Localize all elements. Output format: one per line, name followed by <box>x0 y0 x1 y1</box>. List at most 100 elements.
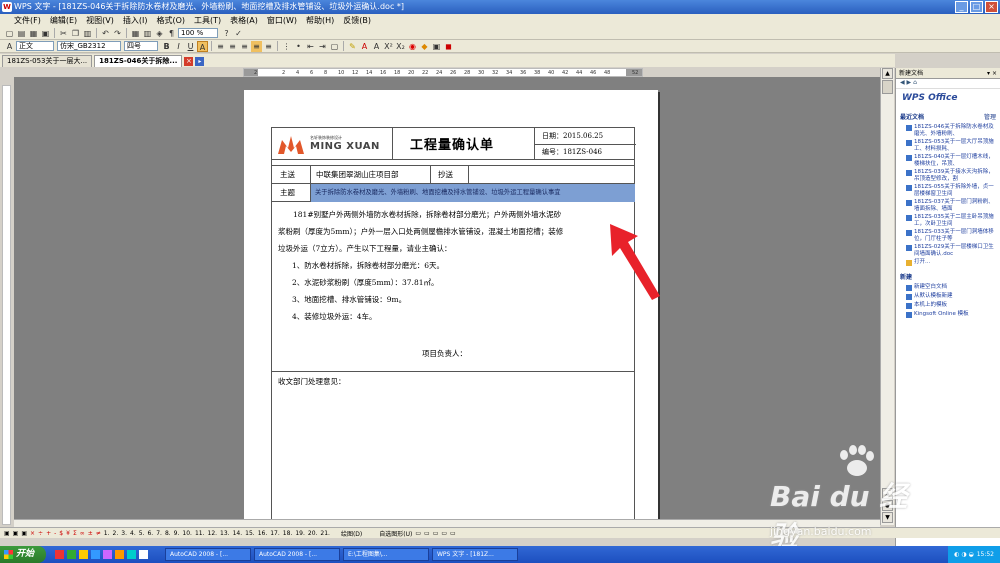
page-number-button[interactable]: 1. <box>104 530 110 537</box>
tab-doc-053[interactable]: 181ZS-053关于一层大... <box>2 55 93 67</box>
copy-icon[interactable]: ❐ <box>70 28 81 39</box>
align-center-icon[interactable]: ≡ <box>227 41 238 52</box>
draw-menu[interactable]: 绘图(D) <box>341 529 362 538</box>
redo-icon[interactable]: ↷ <box>112 28 123 39</box>
distribute-icon[interactable]: ≡ <box>263 41 274 52</box>
horizontal-ruler[interactable]: 2 2 4 6 8 10 12 14 16 18 20 22 24 26 28 30 32 34 36 38 40 42 4… <box>243 68 643 77</box>
menu-item[interactable]: 文件(F) <box>14 15 41 26</box>
page-number-button[interactable]: 5. <box>139 530 145 537</box>
page-number-button[interactable]: 8. <box>165 530 171 537</box>
rect-icon[interactable]: ▭ <box>433 530 439 537</box>
quicklaunch-4-icon[interactable] <box>91 550 100 559</box>
page-number-button[interactable]: 21. <box>320 530 330 537</box>
minimize-button[interactable]: _ <box>955 1 968 13</box>
recent-doc-item[interactable]: 181ZS-037关于一层门洞粉刷、墙面拆除、墙面 <box>896 198 1000 213</box>
recent-doc-item[interactable]: 181ZS-035关于二层主卧吊顶施工，次卧卫生间 <box>896 213 1000 228</box>
page-number-button[interactable]: 14. <box>233 530 243 537</box>
page-number-button[interactable]: 15. <box>245 530 255 537</box>
page-number-button[interactable]: 10. <box>182 530 192 537</box>
symbol-6-icon[interactable]: Σ <box>73 530 77 537</box>
menu-item[interactable]: 编辑(E) <box>50 15 77 26</box>
paste-icon[interactable]: ▥ <box>82 28 93 39</box>
outline-icon[interactable]: ▣ <box>13 530 19 537</box>
tray-icons[interactable]: ◐ ◑ ◒ <box>954 546 974 563</box>
italic-icon[interactable]: I <box>173 41 184 52</box>
new-doc-item[interactable]: Kingsoft Online 模板 <box>896 310 1000 319</box>
menu-item[interactable]: 视图(V) <box>86 15 114 26</box>
page-number-button[interactable]: 17. <box>270 530 280 537</box>
image-icon[interactable]: ▣ <box>431 41 442 52</box>
page-number-button[interactable]: 11. <box>195 530 205 537</box>
symbol-0-icon[interactable]: × <box>30 530 35 537</box>
tab-doc-046[interactable]: 181ZS-046关于拆除... <box>94 55 183 67</box>
quicklaunch-3-icon[interactable] <box>79 550 88 559</box>
tab-list-icon[interactable]: ▸ <box>195 57 205 66</box>
autoshape-menu[interactable]: 自选图形(U) <box>379 529 412 538</box>
help-icon[interactable]: ? <box>221 28 232 39</box>
underline-icon[interactable]: U <box>185 41 196 52</box>
symbol-3-icon[interactable]: - <box>54 530 56 537</box>
symbol-8-icon[interactable]: ± <box>88 530 93 537</box>
font-color-icon[interactable]: A <box>359 41 370 52</box>
quicklaunch-5-icon[interactable] <box>103 550 112 559</box>
symbol-icon[interactable]: ◆ <box>419 41 430 52</box>
justify-icon[interactable]: ≡ <box>251 40 262 52</box>
page-number-button[interactable]: 7. <box>156 530 162 537</box>
maximize-button[interactable]: □ <box>970 1 983 13</box>
page-number-button[interactable]: 4. <box>130 530 136 537</box>
taskbar-task[interactable]: E:\工程图集\... <box>343 548 429 561</box>
subject-value-selected[interactable]: 关于拆除防水卷材及磨光、外墙粉刷、地面挖槽及排水管铺设、垃圾外运工程量确认事宜 <box>311 184 635 202</box>
recent-doc-item[interactable]: 181ZS-029关于一层楼梯口卫生间墙面确认.doc <box>896 243 1000 258</box>
symbol-5-icon[interactable]: ¥ <box>66 530 70 537</box>
form-body[interactable]: 181#别墅户外两侧外墙防水卷材拆除，拆除卷材部分磨光；户外两侧外墙水泥砂 浆粉… <box>272 202 634 372</box>
table-icon[interactable]: ▦ <box>130 28 141 39</box>
border-icon[interactable]: ▢ <box>329 41 340 52</box>
subscript-icon[interactable]: X₂ <box>395 41 406 52</box>
align-right-icon[interactable]: ≡ <box>239 41 250 52</box>
symbol-7-icon[interactable]: ∞ <box>80 530 85 537</box>
back-icon[interactable]: ◀ <box>900 79 905 86</box>
highlight-text-icon[interactable]: A <box>197 40 208 52</box>
symbol-2-icon[interactable]: + <box>46 530 51 537</box>
taskbar-task[interactable]: AutoCAD 2008 - [... <box>254 548 340 561</box>
menu-item[interactable]: 工具(T) <box>194 15 221 26</box>
scroll-thumb[interactable] <box>882 80 893 94</box>
quicklaunch-2-icon[interactable] <box>67 550 76 559</box>
menu-item[interactable]: 插入(I) <box>123 15 148 26</box>
menu-item[interactable]: 表格(A) <box>230 15 258 26</box>
font-select[interactable]: 仿宋_GB2312 <box>57 41 121 51</box>
page-number-button[interactable]: 20. <box>308 530 318 537</box>
horizontal-scrollbar[interactable] <box>14 519 880 527</box>
new-doc-item[interactable]: 本机上的模板 <box>896 301 1000 310</box>
style-select[interactable]: 正文 <box>16 41 54 51</box>
open-folder-icon[interactable]: ▤ <box>16 28 27 39</box>
align-left-icon[interactable]: ≡ <box>215 41 226 52</box>
menu-item[interactable]: 窗口(W) <box>267 15 297 26</box>
highlighter-icon[interactable]: ✎ <box>347 41 358 52</box>
bullets-icon[interactable]: • <box>293 41 304 52</box>
scroll-up-icon[interactable]: ▲ <box>882 68 893 79</box>
zoom-select[interactable]: 100 % <box>178 28 218 38</box>
font-size-select[interactable]: 四号 <box>124 41 158 51</box>
document-page[interactable]: 名轩装饰装修设计 MING XUAN 工程量确认单 日期：2015.06.25 … <box>244 90 658 525</box>
indent-increase-icon[interactable]: ⇥ <box>317 41 328 52</box>
indent-decrease-icon[interactable]: ⇤ <box>305 41 316 52</box>
cut-icon[interactable]: ✂ <box>58 28 69 39</box>
textbox-icon[interactable]: ▭ <box>450 530 456 537</box>
document-canvas[interactable]: 名轩装饰装修设计 MING XUAN 工程量确认单 日期：2015.06.25 … <box>14 77 880 525</box>
close-window-button[interactable]: × <box>985 1 998 13</box>
page-number-button[interactable]: 19. <box>295 530 305 537</box>
page-number-button[interactable]: 18. <box>283 530 293 537</box>
quicklaunch-7-icon[interactable] <box>127 550 136 559</box>
menu-item[interactable]: 反馈(B) <box>343 15 371 26</box>
page-number-button[interactable]: 16. <box>258 530 268 537</box>
menu-item[interactable]: 帮助(H) <box>306 15 334 26</box>
columns-icon[interactable]: ▥ <box>142 28 153 39</box>
new-file-icon[interactable]: ▢ <box>4 28 15 39</box>
forward-icon[interactable]: ▶ <box>907 79 912 86</box>
show-marks-icon[interactable]: ¶ <box>166 28 177 39</box>
task-pane-close-icon[interactable]: ▾ × <box>987 68 997 79</box>
page-number-button[interactable]: 9. <box>174 530 180 537</box>
recent-doc-item[interactable]: 181ZS-040关于一层灯槽木线，楼梯扶位，吊顶、 <box>896 153 1000 168</box>
quicklaunch-8-icon[interactable] <box>139 550 148 559</box>
